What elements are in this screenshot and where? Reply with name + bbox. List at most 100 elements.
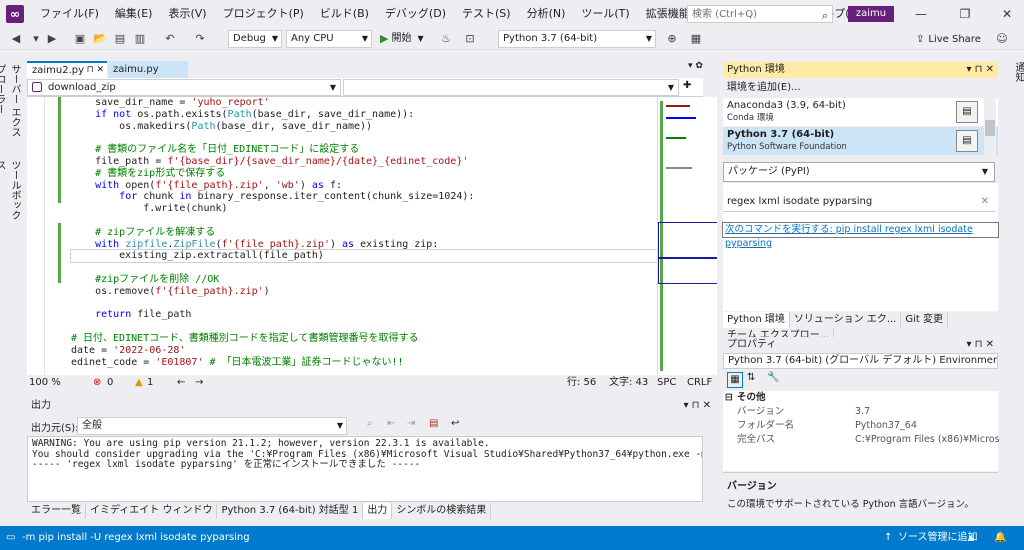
split-icon[interactable]: ✚ bbox=[683, 80, 691, 91]
menu-test[interactable]: テスト(S) bbox=[454, 0, 519, 28]
run-command-link[interactable]: 次のコマンドを実行する: pip install regex lxml isod… bbox=[722, 222, 999, 249]
word-wrap-icon[interactable]: ↩ bbox=[451, 418, 459, 429]
tab-symbol-search[interactable]: シンボルの検索結果 bbox=[392, 503, 492, 519]
scrollbar-thumb[interactable] bbox=[985, 120, 995, 136]
collapse-icon[interactable]: ⊟ bbox=[725, 391, 733, 405]
zoom-level[interactable]: 100 % bbox=[29, 375, 61, 390]
chevron-up-icon[interactable]: ▲ bbox=[968, 526, 974, 550]
open-interactive-icon[interactable]: ▤ bbox=[956, 101, 978, 123]
back-icon[interactable]: ◀ bbox=[8, 31, 24, 47]
tab-output[interactable]: 出力 bbox=[363, 503, 393, 519]
forward-icon[interactable]: ▶ bbox=[44, 31, 60, 47]
tab-zaimu2-py[interactable]: zaimu2.py ⊓ ✕ bbox=[27, 61, 107, 78]
notifications-tab[interactable]: 通知 bbox=[1004, 58, 1024, 88]
tab-solution-explorer[interactable]: ソリューション エク... bbox=[790, 312, 902, 328]
prev-icon[interactable]: ← bbox=[177, 375, 185, 390]
close-icon[interactable]: ⊓ ✕ bbox=[87, 63, 104, 78]
next-icon[interactable]: → bbox=[195, 375, 203, 390]
notification-bell-icon[interactable]: 🔔 bbox=[994, 526, 1006, 550]
screenshot-icon[interactable]: ⊡ bbox=[462, 31, 478, 47]
undo-icon[interactable]: ↶ bbox=[162, 31, 178, 47]
pin-icon[interactable]: ⊕ bbox=[664, 31, 680, 47]
menu-view[interactable]: 表示(V) bbox=[160, 0, 214, 28]
tab-python-interactive[interactable]: Python 3.7 (64-bit) 対話型 1 bbox=[217, 503, 364, 519]
alphabetical-icon[interactable]: ⇅ bbox=[747, 372, 755, 383]
new-project-icon[interactable]: ▣ bbox=[72, 31, 88, 47]
tab-immediate-window[interactable]: イミディエイト ウィンドウ bbox=[86, 503, 218, 519]
open-folder-icon[interactable]: 📂 bbox=[92, 31, 108, 47]
package-search-input[interactable]: regex lxml isodate pyparsing ✕ bbox=[723, 192, 995, 212]
tab-python-env[interactable]: Python 環境 bbox=[723, 312, 790, 328]
categorized-icon[interactable]: ▦ bbox=[727, 372, 743, 388]
menu-file[interactable]: ファイル(F) bbox=[32, 0, 107, 28]
clear-all-icon[interactable]: ▤ bbox=[429, 418, 438, 429]
indent-mode[interactable]: SPC bbox=[657, 375, 676, 390]
tab-git-changes[interactable]: Git 変更 bbox=[901, 312, 948, 328]
code-minimap[interactable] bbox=[657, 97, 717, 375]
restore-icon[interactable]: ❐ bbox=[948, 2, 982, 26]
clear-icon[interactable]: ✕ bbox=[981, 192, 989, 212]
prev-message-icon[interactable]: ⇤ bbox=[387, 418, 395, 429]
menu-edit[interactable]: 編集(E) bbox=[107, 0, 161, 28]
member-select[interactable]: download_zip ▼ bbox=[27, 79, 341, 96]
property-row[interactable]: バージョン 3.7 bbox=[723, 405, 998, 419]
property-row[interactable]: 完全パス C:¥Program Files (x86)¥Microsoft bbox=[723, 433, 1012, 447]
env-item-python37[interactable]: Python 3.7 (64-bit) Python Software Foun… bbox=[723, 127, 998, 155]
properties-object-select[interactable]: Python 3.7 (64-bit) (グローバル デフォルト) Enviro… bbox=[723, 353, 998, 369]
save-all-icon[interactable]: ▥ bbox=[132, 31, 148, 47]
output-text[interactable]: WARNING: You are using pip version 21.1.… bbox=[27, 436, 703, 502]
find-icon[interactable]: ⌕ bbox=[367, 418, 373, 429]
tab-error-list[interactable]: エラー一覧 bbox=[27, 503, 86, 519]
menu-debug[interactable]: デバッグ(D) bbox=[377, 0, 454, 28]
minimize-icon[interactable]: — bbox=[904, 2, 938, 26]
error-count[interactable]: 0 bbox=[107, 375, 113, 390]
python-environment-select[interactable]: Python 3.7 (64-bit) ▼ bbox=[498, 30, 656, 48]
dropdown-icon[interactable]: ▾ bbox=[28, 31, 44, 47]
env-list-scrollbar[interactable] bbox=[984, 98, 996, 156]
minimap-viewport[interactable] bbox=[658, 222, 717, 284]
pin-close-icon[interactable]: ▾ ⊓ ✕ bbox=[966, 62, 994, 78]
menu-build[interactable]: ビルド(B) bbox=[312, 0, 377, 28]
line-ending[interactable]: CRLF bbox=[687, 375, 712, 390]
scope-select[interactable]: ▼ bbox=[343, 79, 679, 96]
right-panel-tabs: Python 環境 ソリューション エク... Git 変更チーム エクスプロー..… bbox=[723, 312, 998, 344]
properties-toolbar: ▦ ⇅ 🔧 bbox=[723, 370, 998, 390]
toolbox-tab[interactable]: ツールボックス bbox=[0, 156, 22, 226]
menu-analyze[interactable]: 分析(N) bbox=[519, 0, 574, 28]
packages-select[interactable]: パッケージ (PyPI) ▼ bbox=[723, 162, 995, 182]
output-source-select[interactable]: 全般 ▼ bbox=[77, 417, 347, 435]
live-share-button[interactable]: ⇪ Live Share bbox=[916, 31, 981, 47]
tab-zaimu-py[interactable]: zaimu.py bbox=[108, 61, 188, 78]
member-value: download_zip bbox=[48, 82, 116, 93]
platform-select[interactable]: Any CPU ▼ bbox=[286, 30, 372, 48]
account-badge[interactable]: zaimu bbox=[848, 6, 894, 22]
warning-count[interactable]: 1 bbox=[147, 375, 153, 390]
property-category[interactable]: ⊟ その他 bbox=[723, 391, 998, 405]
wrench-icon[interactable]: 🔧 bbox=[767, 372, 779, 383]
save-icon[interactable]: ▤ bbox=[112, 31, 128, 47]
redo-icon[interactable]: ↷ bbox=[192, 31, 208, 47]
code-editor[interactable]: − save_dir_name = 'yuho_report' if not o… bbox=[27, 97, 657, 375]
next-message-icon[interactable]: ⇥ bbox=[407, 418, 415, 429]
property-row[interactable]: フォルダー名 Python37_64 bbox=[723, 419, 998, 433]
configuration-select[interactable]: Debug ▼ bbox=[228, 30, 282, 48]
env-item-anaconda[interactable]: Anaconda3 (3.9, 64-bit) Conda 環境 ▤ bbox=[723, 98, 998, 126]
add-to-source-control[interactable]: ソース管理に追加 bbox=[898, 526, 978, 550]
pin-close-icon[interactable]: ▾ ⊓ ✕ bbox=[683, 398, 711, 414]
feedback-icon[interactable]: ☺ bbox=[994, 31, 1010, 47]
pin-close-icon[interactable]: ▾ ⊓ ✕ bbox=[966, 337, 994, 353]
char-number: 文字: 43 bbox=[609, 377, 649, 388]
menu-tools[interactable]: ツール(T) bbox=[573, 0, 637, 28]
chevron-down-icon[interactable]: ▾ ✿ bbox=[688, 61, 703, 71]
layout-icon[interactable]: ▦ bbox=[688, 31, 704, 47]
search-input[interactable]: 検索 (Ctrl+Q) ⌕ bbox=[687, 5, 833, 23]
add-environment-link[interactable]: 環境を追加(E)... bbox=[723, 78, 998, 98]
flame-icon[interactable]: ♨ bbox=[438, 31, 454, 47]
properties-panel-header: プロパティ ▾ ⊓ ✕ bbox=[723, 337, 998, 353]
server-explorer-tab[interactable]: サーバー エクスプローラー bbox=[0, 60, 22, 150]
menu-project[interactable]: プロジェクト(P) bbox=[215, 0, 312, 28]
start-button[interactable]: ▶ 開始 ▼ bbox=[380, 30, 424, 48]
close-icon[interactable]: ✕ bbox=[990, 2, 1024, 26]
open-interactive-icon[interactable]: ▤ bbox=[956, 130, 978, 152]
